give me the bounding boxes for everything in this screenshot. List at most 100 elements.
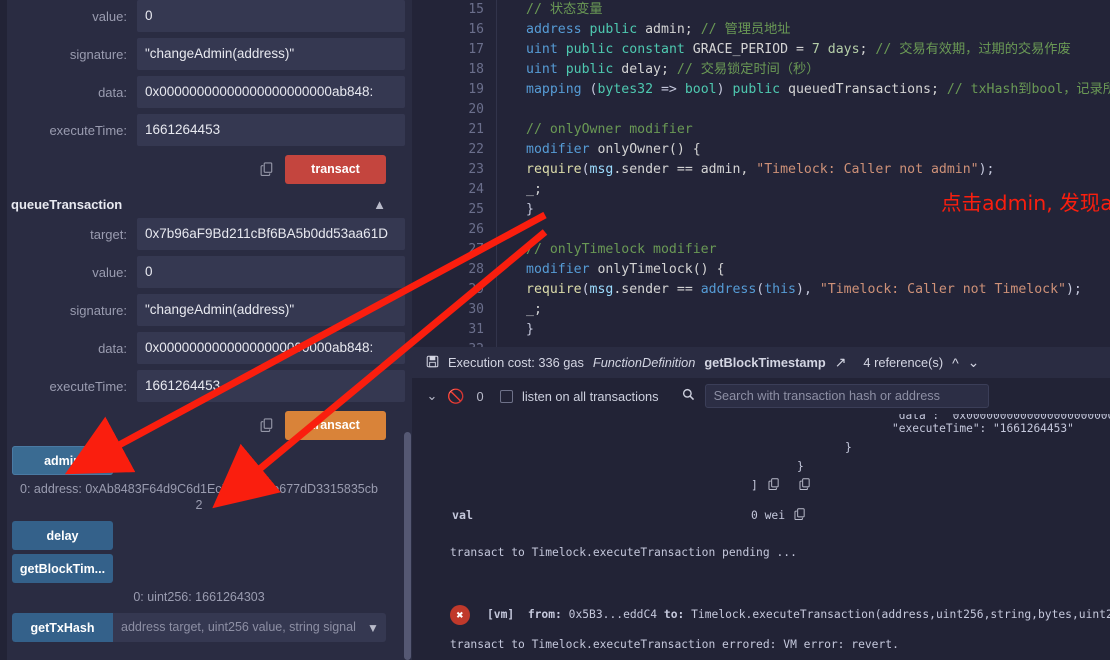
field-input[interactable]: 0x00000000000000000000000ab848: — [137, 332, 405, 364]
listen-label: listen on all transactions — [522, 388, 659, 404]
line-number: 22 — [468, 142, 484, 157]
error-log-line: [vm] from: 0x5B3...eddC4 to: Timelock.ex… — [487, 608, 1110, 621]
queue-transact-button[interactable]: transact — [285, 410, 386, 440]
code-line[interactable] — [498, 100, 1110, 120]
terminal-output[interactable]: "data": "0x0000000000000000000000000 "ex… — [412, 414, 1110, 660]
code-line[interactable]: require(msg.sender == address(this), "Ti… — [498, 280, 1110, 300]
form-field-row: signature: "changeAdmin(address)" — [7, 38, 405, 70]
udapp-left-panel: value: 0 signature: "changeAdmin(address)" d… — [0, 0, 412, 660]
code-line[interactable]: mapping (bytes32 => bool) public queuedT… — [498, 80, 1110, 100]
code-line[interactable]: } — [498, 320, 1110, 340]
form-field-row: signature: "changeAdmin(address)" — [7, 294, 405, 326]
symbol-name-label: getBlockTimestamp — [704, 355, 826, 370]
getter-result: 0: address: 0xAb8483F64d9C6d1EcF9b849Ae6… — [20, 482, 378, 512]
chevron-down-icon[interactable]: ▼ — [360, 613, 386, 642]
code-line[interactable]: require(msg.sender == admin, "Timelock: … — [498, 160, 1110, 180]
form-field-row: target: 0x7b96aF9Bd211cBf6BA5b0dd53aa61D — [7, 218, 405, 250]
listen-checkbox[interactable] — [500, 389, 513, 403]
queue-transaction-section-header[interactable]: queueTransaction ▲ — [7, 190, 405, 218]
code-line[interactable]: } — [498, 200, 1110, 220]
json-executetime-line: "executeTime": "1661264453" — [892, 422, 1074, 435]
copy-icon[interactable] — [768, 477, 781, 494]
field-input[interactable]: 0x7b96aF9Bd211cBf6BA5b0dd53aa61D — [137, 218, 405, 250]
line-number-gutter: 15161718192021222324252627282930313233 — [412, 0, 497, 347]
code-line[interactable]: // onlyTimelock modifier — [498, 240, 1110, 260]
line-number: 17 — [468, 42, 484, 57]
jump-arrow-icon[interactable]: ↗ — [835, 354, 847, 371]
chevron-down-icon[interactable]: ⌄ — [968, 354, 980, 371]
section-title: queueTransaction — [11, 196, 123, 212]
json-close-brace: } — [797, 460, 804, 473]
line-number: 28 — [468, 262, 484, 277]
code-line[interactable]: _; — [498, 300, 1110, 320]
line-number: 23 — [468, 162, 484, 177]
form-field-row: data: 0x00000000000000000000000ab848: — [7, 76, 405, 108]
field-input[interactable]: "changeAdmin(address)" — [137, 38, 405, 70]
gettxhash-button[interactable]: getTxHash — [12, 613, 113, 642]
to-target: Timelock.executeTransaction(address,uint… — [691, 608, 1110, 621]
code-line[interactable]: modifier onlyOwner() { — [498, 140, 1110, 160]
line-number: 30 — [468, 302, 484, 317]
udapp-content: value: 0 signature: "changeAdmin(address)" d… — [7, 0, 405, 660]
code-line[interactable]: // onlyOwner modifier — [498, 120, 1110, 140]
code-line[interactable]: uint public constant GRACE_PERIOD = 7 da… — [498, 40, 1110, 60]
line-number: 29 — [468, 282, 484, 297]
json-close-brace: } — [845, 441, 852, 454]
copy-icon[interactable] — [260, 417, 275, 433]
references-count[interactable]: 4 reference(s) — [863, 355, 943, 370]
copy-icon[interactable] — [794, 507, 807, 524]
code-line[interactable] — [498, 340, 1110, 347]
val-label: val — [452, 508, 473, 522]
ban-icon[interactable]: 🚫 — [444, 388, 468, 405]
line-number: 21 — [468, 122, 484, 137]
queue-transaction-fields: target: 0x7b96aF9Bd211cBf6BA5b0dd53aa61D v… — [7, 218, 405, 402]
code-editor[interactable]: 15161718192021222324252627282930313233 /… — [412, 0, 1110, 347]
form-field-row: value: 0 — [7, 256, 405, 288]
code-line[interactable] — [498, 220, 1110, 240]
line-number: 27 — [468, 242, 484, 257]
code-line[interactable]: address public admin; // 管理员地址 — [498, 20, 1110, 40]
search-icon[interactable] — [679, 388, 699, 404]
json-data-line: "data": "0x0000000000000000000000000 — [892, 414, 1110, 422]
field-input[interactable]: 1661264453 — [137, 114, 405, 146]
code-content[interactable]: // 状态变量 address public admin; // 管理员地址 u… — [498, 0, 1110, 347]
execute-transact-button[interactable]: transact — [285, 154, 386, 184]
getter-button-admin[interactable]: admin — [12, 446, 113, 475]
field-label: signature: — [69, 302, 127, 318]
copy-icon[interactable] — [799, 477, 812, 494]
code-line[interactable]: modifier onlyTimelock() { — [498, 260, 1110, 280]
screen-root: value: 0 signature: "changeAdmin(address)" d… — [0, 0, 1110, 660]
code-line[interactable]: uint public delay; // 交易锁定时间（秒） — [498, 60, 1110, 80]
line-number: 19 — [468, 82, 484, 97]
form-field-row: executeTime: 1661264453 — [7, 114, 405, 146]
from-address: 0x5B3...eddC4 — [568, 608, 658, 621]
line-number: 32 — [412, 340, 496, 347]
field-input[interactable]: 0 — [137, 0, 405, 32]
field-label: executeTime: — [49, 122, 127, 138]
chevron-up-icon[interactable]: ^ — [952, 355, 959, 371]
gettxhash-input[interactable]: address target, uint256 value, string si… — [113, 613, 360, 642]
line-number: 26 — [468, 222, 484, 237]
json-tail-block: "data": "0x0000000000000000000000000 "ex… — [892, 414, 1110, 435]
field-input[interactable]: 0x00000000000000000000000ab848: — [137, 76, 405, 108]
field-input[interactable]: 1661264453 — [137, 370, 405, 402]
double-chevron-down-icon[interactable]: ⌄ — [420, 388, 444, 404]
chevron-up-icon[interactable]: ▲ — [373, 197, 386, 212]
code-line[interactable]: // 状态变量 — [498, 0, 1110, 20]
from-label: from: — [527, 608, 562, 621]
left-panel-scrollbar[interactable] — [404, 432, 411, 660]
copy-icon[interactable] — [260, 161, 275, 177]
getter-button-delay[interactable]: delay — [12, 521, 113, 550]
form-field-row: data: 0x00000000000000000000000ab848: — [7, 332, 405, 364]
line-number: 15 — [468, 2, 484, 17]
execute-transact-row: transact — [7, 152, 405, 186]
execution-cost-label: Execution cost: 336 gas — [448, 355, 584, 370]
field-label: executeTime: — [49, 378, 127, 394]
field-input[interactable]: "changeAdmin(address)" — [137, 294, 405, 326]
code-line[interactable]: _; — [498, 180, 1110, 200]
field-input[interactable]: 0 — [137, 256, 405, 288]
line-number: 25 — [468, 202, 484, 217]
getter-button-getblocktim[interactable]: getBlockTim... — [12, 554, 113, 583]
error-circle-icon: ✖ — [450, 605, 470, 625]
search-input[interactable]: Search with transaction hash or address — [704, 384, 989, 408]
